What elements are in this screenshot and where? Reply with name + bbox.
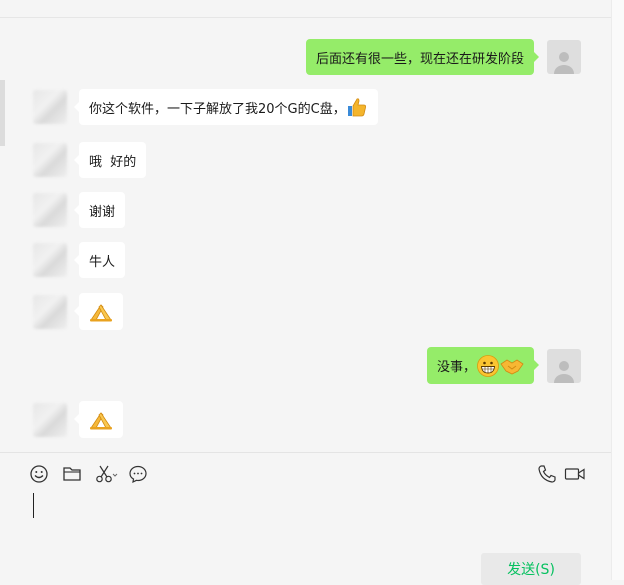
message-incoming: 谢谢 — [33, 192, 126, 228]
chat-history-icon[interactable] — [128, 464, 148, 484]
folder-icon[interactable] — [62, 464, 82, 484]
send-button[interactable]: 发送(S) — [481, 553, 581, 585]
avatar[interactable] — [33, 193, 67, 227]
chat-header-strip — [0, 0, 611, 18]
message-input[interactable] — [29, 488, 589, 546]
avatar[interactable] — [33, 243, 67, 277]
video-call-icon[interactable] — [564, 464, 586, 484]
message-text: 牛人 — [89, 254, 116, 270]
message-outgoing: 没事， — [426, 347, 581, 384]
avatar[interactable] — [547, 348, 581, 383]
avatar[interactable] — [547, 40, 581, 74]
scissors-icon[interactable] — [95, 464, 119, 484]
default-avatar-icon — [554, 52, 574, 74]
message-outgoing: 后面还有很一些，现在还在研发阶段 — [305, 39, 581, 75]
grinning-face-icon — [477, 354, 499, 377]
message-bubble[interactable]: 没事， — [426, 347, 540, 384]
message-bubble[interactable]: 哦 好的 — [73, 142, 147, 178]
avatar[interactable] — [33, 294, 67, 329]
message-incoming — [33, 401, 123, 438]
text-caret — [33, 493, 34, 518]
folded-hands-icon — [90, 411, 112, 429]
handshake-icon — [500, 359, 524, 374]
message-incoming: 哦 好的 — [33, 142, 147, 178]
message-text: 哦 好的 — [89, 154, 137, 170]
message-bubble[interactable]: 谢谢 — [73, 192, 126, 228]
avatar[interactable] — [33, 402, 67, 437]
folded-hands-icon — [90, 303, 112, 321]
message-text: 你这个软件，一下子解放了我20个G的C盘， — [89, 101, 346, 117]
default-avatar-icon — [554, 360, 574, 383]
message-text: 没事， — [436, 360, 476, 375]
composer-divider — [0, 452, 611, 453]
emoji-icon[interactable] — [29, 464, 49, 484]
message-scrollbar[interactable] — [611, 0, 624, 580]
session-list-edge — [0, 80, 5, 146]
thumbs-up-icon — [347, 98, 366, 117]
message-bubble[interactable]: 牛人 — [73, 242, 126, 278]
message-bubble[interactable]: 后面还有很一些，现在还在研发阶段 — [305, 39, 540, 75]
message-bubble[interactable] — [74, 293, 123, 330]
message-text: 谢谢 — [89, 204, 116, 220]
avatar[interactable] — [33, 143, 67, 177]
avatar[interactable] — [33, 90, 67, 124]
message-bubble[interactable] — [74, 401, 123, 438]
message-incoming: 牛人 — [33, 242, 126, 278]
message-text: 后面还有很一些，现在还在研发阶段 — [315, 51, 524, 67]
phone-icon[interactable] — [537, 464, 557, 484]
message-incoming — [33, 293, 123, 330]
message-incoming: 你这个软件，一下子解放了我20个G的C盘， — [33, 89, 378, 125]
message-bubble[interactable]: 你这个软件，一下子解放了我20个G的C盘， — [74, 89, 378, 125]
